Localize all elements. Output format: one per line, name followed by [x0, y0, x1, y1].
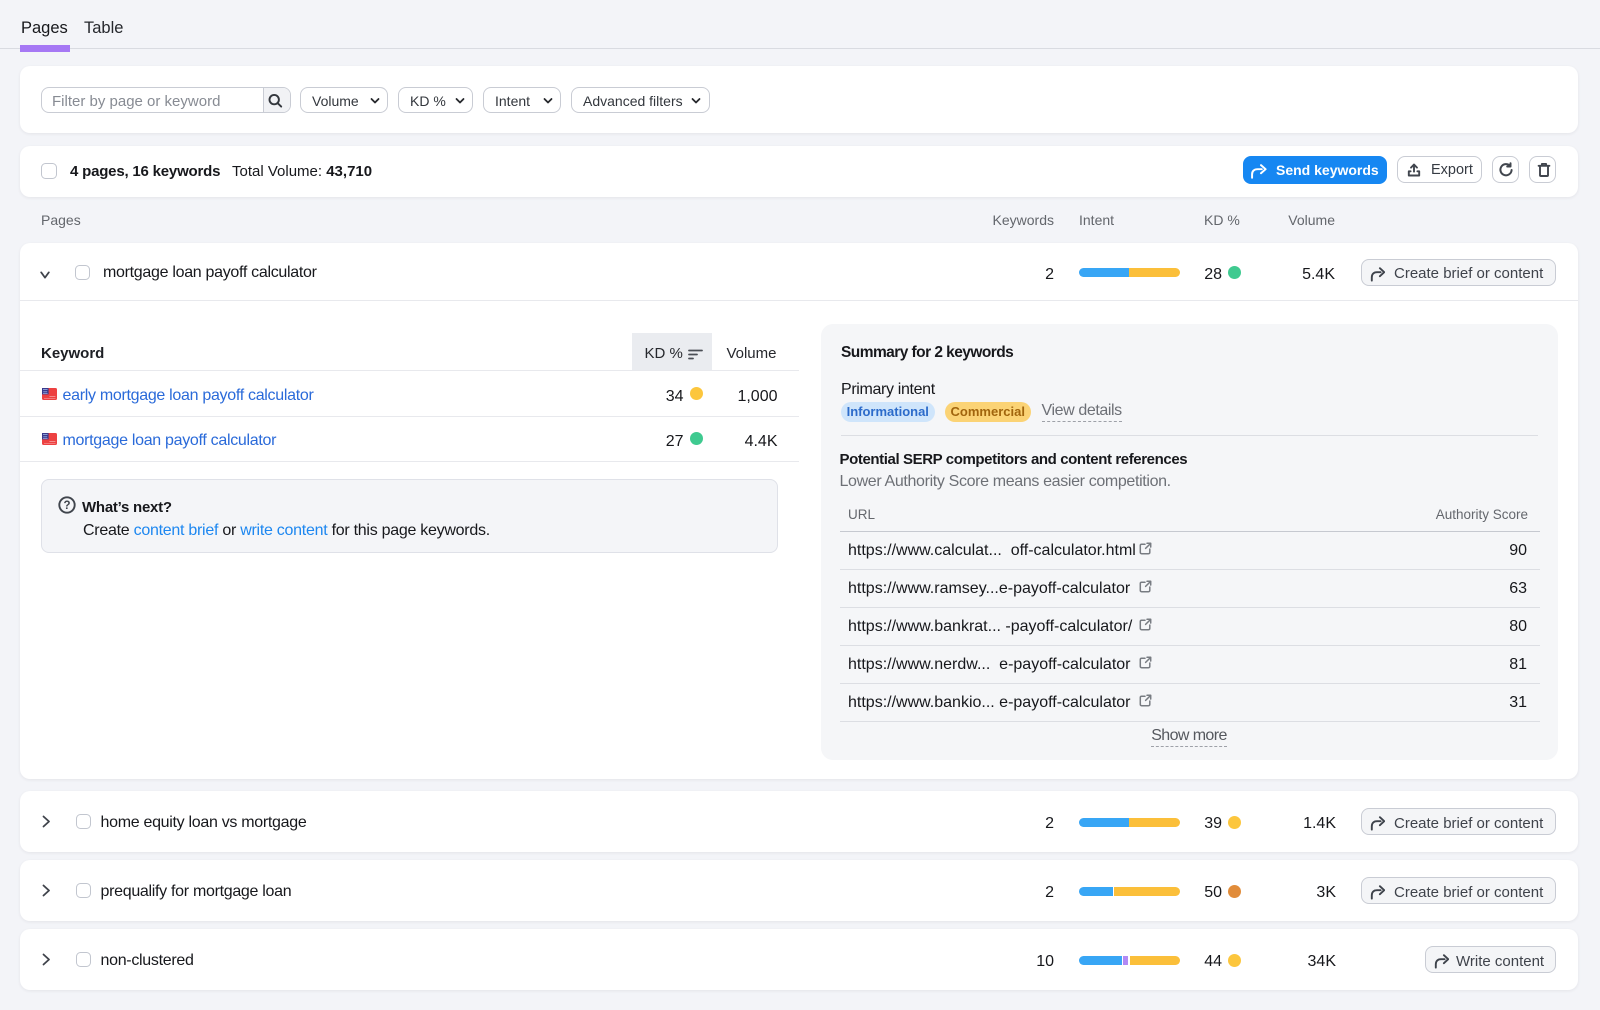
svg-text:?: ? — [63, 500, 70, 512]
